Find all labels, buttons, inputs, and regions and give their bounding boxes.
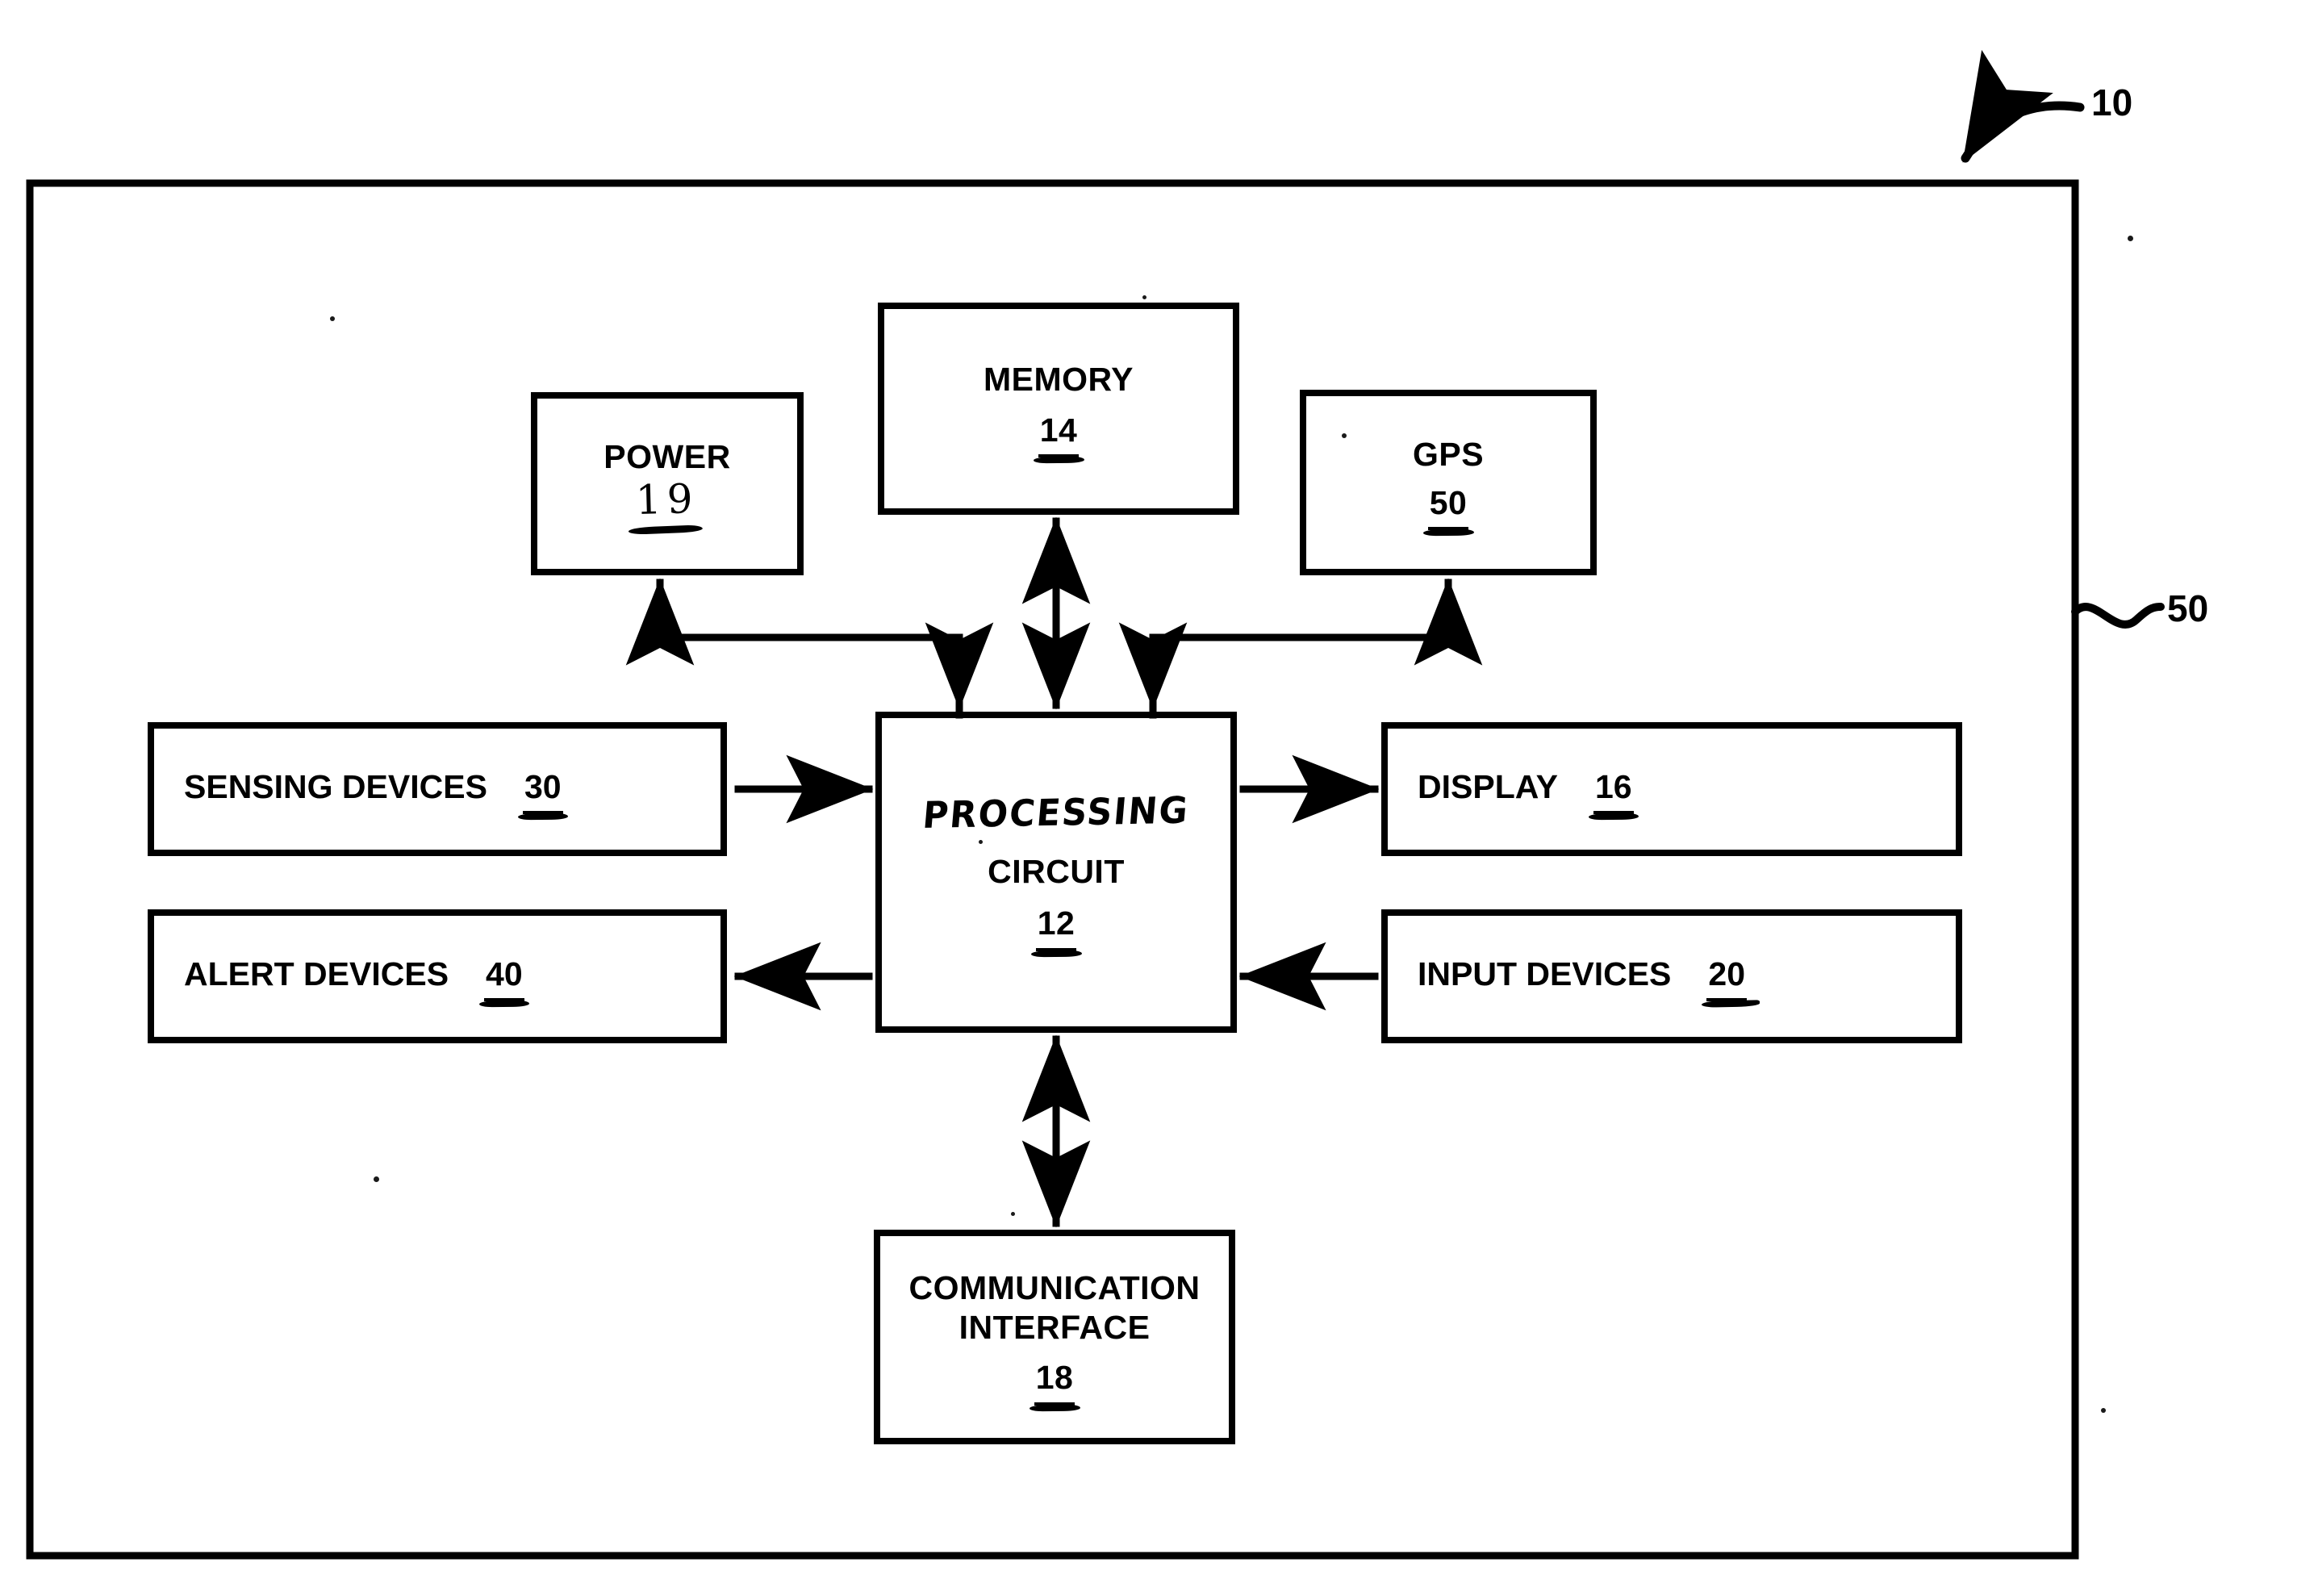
outer-system-boundary bbox=[26, 179, 2079, 1560]
scan-speck bbox=[2128, 236, 2133, 241]
scan-speck bbox=[1142, 295, 1146, 299]
box-communication-interface bbox=[874, 1230, 1235, 1444]
box-processing bbox=[875, 712, 1237, 1033]
figure-linework bbox=[26, 49, 2165, 1560]
connector-processing-to-power bbox=[625, 578, 963, 719]
scan-speck bbox=[2101, 1408, 2106, 1413]
box-gps bbox=[1300, 390, 1597, 575]
scan-speck bbox=[374, 1176, 379, 1182]
scan-speck bbox=[1011, 1212, 1015, 1216]
box-input bbox=[1381, 909, 1962, 1043]
scan-speck bbox=[979, 840, 983, 844]
connector-processing-to-gps bbox=[1149, 578, 1483, 719]
lead-line-10 bbox=[1961, 49, 2085, 163]
box-memory bbox=[878, 303, 1239, 515]
lead-line-50 bbox=[2071, 603, 2165, 629]
box-alert bbox=[148, 909, 727, 1043]
box-display bbox=[1381, 722, 1962, 856]
box-power bbox=[531, 392, 804, 575]
scan-speck bbox=[330, 316, 335, 321]
box-sensing bbox=[148, 722, 727, 856]
patent-figure: POWER 19 MEMORY 14 GPS 50 PROCESSING CIR… bbox=[0, 0, 2318, 1596]
scan-speck bbox=[1342, 433, 1347, 438]
